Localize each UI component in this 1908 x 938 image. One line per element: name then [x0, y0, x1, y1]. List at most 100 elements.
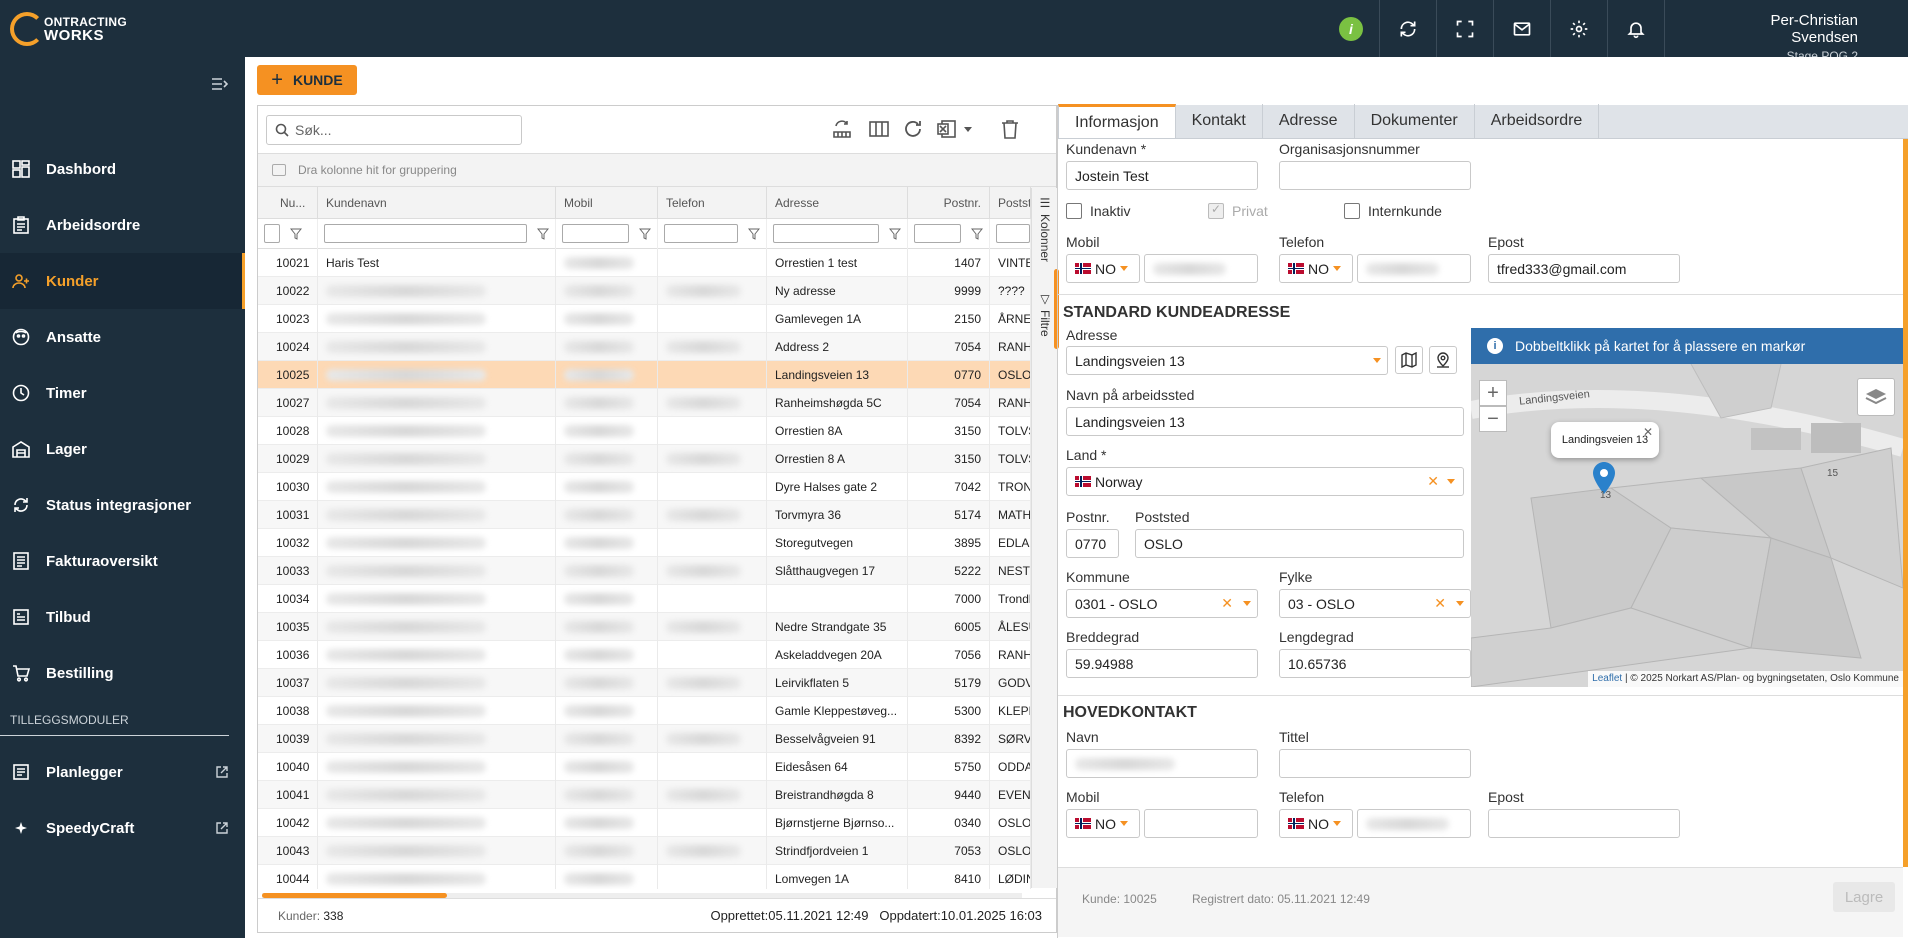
col-header-telefon[interactable]: Telefon [658, 187, 767, 218]
add-customer-button[interactable]: + KUNDE [257, 65, 357, 95]
fullscreen-button[interactable] [1436, 0, 1493, 57]
table-row[interactable]: 10044 Lomvegen 1A8410LØDINGEN [258, 864, 1031, 889]
columns-button[interactable] [868, 118, 892, 142]
tab-dokumenter[interactable]: Dokumenter [1355, 104, 1475, 138]
table-row[interactable]: 10021Haris Test Orrestien 1 test1407VINTE… [258, 249, 1031, 277]
filter-input-adresse[interactable] [773, 224, 879, 243]
table-row[interactable]: 10034 7000Trondheim [258, 584, 1031, 613]
kontakt-tittel-field[interactable] [1279, 749, 1471, 778]
sidebar-item-tilbud[interactable]: Tilbud [0, 589, 245, 645]
table-row[interactable]: 10032 Storegutvegen3895EDLAND [258, 528, 1031, 557]
fylke-select[interactable]: 03 - OSLO ✕ [1279, 589, 1471, 618]
delete-button[interactable] [999, 118, 1023, 142]
table-row[interactable]: 10029 Orrestien 8 A3150TOLVSRØD [258, 444, 1031, 473]
mobil-field[interactable] [1144, 254, 1258, 283]
refresh-button[interactable] [902, 118, 926, 142]
search-input[interactable]: Søk... [266, 115, 522, 145]
sync-button[interactable] [1379, 0, 1436, 57]
table-row[interactable]: 10024 Address 27054RANHEIM [258, 332, 1031, 361]
lengdegrad-field[interactable]: 10.65736 [1279, 649, 1471, 678]
inaktiv-checkbox[interactable] [1066, 203, 1082, 219]
sidebar-item-ansatte[interactable]: Ansatte [0, 309, 245, 365]
locate-button[interactable] [1429, 346, 1457, 374]
sidebar-item-timer[interactable]: Timer [0, 365, 245, 421]
sidebar-item-bestilling[interactable]: Bestilling [0, 645, 245, 701]
table-row[interactable]: 10022 Ny adresse 9999???? [258, 276, 1031, 305]
table-row[interactable]: 10036 Askeladdvegen 20A7056RANHEIM [258, 640, 1031, 669]
filter-input-kundenavn[interactable] [324, 224, 527, 243]
table-row[interactable]: 10023 Gamlevegen 1A2150ÅRNES [258, 304, 1031, 333]
kontakt-navn-field[interactable] [1066, 749, 1258, 778]
sidebar-item-speedycraft[interactable]: SpeedyCraft [0, 800, 245, 856]
select-all-checkbox[interactable] [264, 224, 280, 243]
table-row[interactable]: 10041 Breistrandhøgda 89440EVENSKJER [258, 780, 1031, 809]
col-header-kundenavn[interactable]: Kundenavn [318, 187, 556, 218]
table-row[interactable]: 10028 Orrestien 8A3150TOLVSRØD [258, 416, 1031, 445]
kontakt-telefon-country-select[interactable]: NO [1279, 809, 1353, 838]
user-menu[interactable]: Per-Christian Svendsen Stage POG 2 [1664, 0, 1908, 63]
filter-icon[interactable] [889, 228, 901, 240]
table-row[interactable]: 10035 Nedre Strandgate 356005ÅLESUND [258, 612, 1031, 641]
filter-icon[interactable] [537, 228, 549, 240]
save-button[interactable]: Lagre [1833, 882, 1895, 912]
panel-scrollbar[interactable] [1903, 139, 1908, 867]
collapse-sidebar-icon[interactable] [211, 77, 229, 91]
filter-input-poststed[interactable] [996, 224, 1030, 243]
filter-input-mobil[interactable] [562, 224, 629, 243]
telefon-field[interactable] [1357, 254, 1471, 283]
sidebar-item-planlegger[interactable]: Planlegger [0, 744, 245, 800]
clear-icon[interactable]: ✕ [1434, 595, 1446, 612]
table-row[interactable]: 10037 Leirvikflaten 55179GODVIK [258, 668, 1031, 697]
arbeidssted-field[interactable]: Landingsveien 13 [1066, 407, 1464, 436]
mail-button[interactable] [1493, 0, 1550, 57]
filter-input-postnr[interactable] [914, 224, 961, 243]
info-badge[interactable]: i [1339, 16, 1363, 41]
col-header-poststed[interactable]: Poststed [990, 187, 1031, 218]
table-row[interactable]: 10031 Torvmyra 365174MATHOPEN [258, 500, 1031, 529]
telefon-country-select[interactable]: NO [1279, 254, 1353, 283]
export-excel-button[interactable] [936, 118, 978, 142]
notifications-button[interactable] [1607, 0, 1664, 57]
tab-arbeidsordre[interactable]: Arbeidsordre [1475, 104, 1600, 138]
postnr-field[interactable]: 0770 [1066, 529, 1119, 558]
table-row[interactable]: 10042 Bjørnstjerne Bjørnso... 0340 OSLO [258, 808, 1031, 837]
sidebar-item-dashbord[interactable]: Dashbord [0, 141, 245, 197]
land-select[interactable]: Norway ✕ [1066, 467, 1464, 496]
clear-icon[interactable]: ✕ [1427, 473, 1439, 490]
mobil-country-select[interactable]: NO [1066, 254, 1140, 283]
adresse-select[interactable]: Landingsveien 13 [1066, 346, 1388, 375]
clear-icon[interactable]: ✕ [1221, 595, 1233, 612]
map-view[interactable]: i Dobbeltklikk på kartet for å plassere e… [1471, 328, 1903, 687]
settings-button[interactable] [1550, 0, 1607, 57]
layers-button[interactable] [1857, 378, 1895, 416]
zoom-out-button[interactable]: − [1479, 406, 1507, 432]
epost-field[interactable]: tfred333@gmail.com [1488, 254, 1680, 283]
kontakt-telefon-field[interactable] [1357, 809, 1471, 838]
orgnr-field[interactable] [1279, 161, 1471, 190]
filter-icon[interactable] [748, 228, 760, 240]
table-row[interactable]: 10025 Landingsveien 13 0770 OSLO [258, 360, 1031, 389]
table-row[interactable]: 10039 Besselvågveien 918392SØRVÅGEN [258, 724, 1031, 753]
sidebar-item-kunder[interactable]: Kunder [0, 253, 245, 309]
kommune-select[interactable]: 0301 - OSLO ✕ [1066, 589, 1258, 618]
kundenavn-field[interactable]: Jostein Test [1066, 161, 1258, 190]
sidebar-item-arbeidsordre[interactable]: Arbeidsordre [0, 197, 245, 253]
privat-checkbox[interactable]: ✓ [1208, 202, 1224, 219]
close-popup-icon[interactable]: ✕ [1643, 425, 1653, 439]
group-drop-zone[interactable]: Dra kolonne hit for gruppering [258, 154, 1056, 187]
logo[interactable]: ONTRACTING WORKS [0, 0, 245, 57]
kontakt-mobil-field[interactable] [1144, 809, 1258, 838]
col-header-mobil[interactable]: Mobil [556, 187, 658, 218]
table-row[interactable]: 10027 Ranheimshøgda 5C7054RANHEIM [258, 388, 1031, 417]
breddegrad-field[interactable]: 59.94988 [1066, 649, 1258, 678]
tab-kontakt[interactable]: Kontakt [1176, 104, 1263, 138]
table-row[interactable]: 10030 Dyre Halses gate 27042TRONDHEIM [258, 472, 1031, 501]
filter-icon[interactable] [290, 228, 302, 240]
table-row[interactable]: 10040 Eidesåsen 64 5750 ODDA [258, 752, 1031, 781]
filter-icon[interactable] [639, 228, 651, 240]
map-view-button[interactable] [1395, 346, 1423, 374]
kontakt-mobil-country-select[interactable]: NO [1066, 809, 1140, 838]
col-header-nr[interactable]: Nu... [258, 187, 318, 218]
sidebar-item-lager[interactable]: Lager [0, 421, 245, 477]
filter-input-telefon[interactable] [664, 224, 738, 243]
